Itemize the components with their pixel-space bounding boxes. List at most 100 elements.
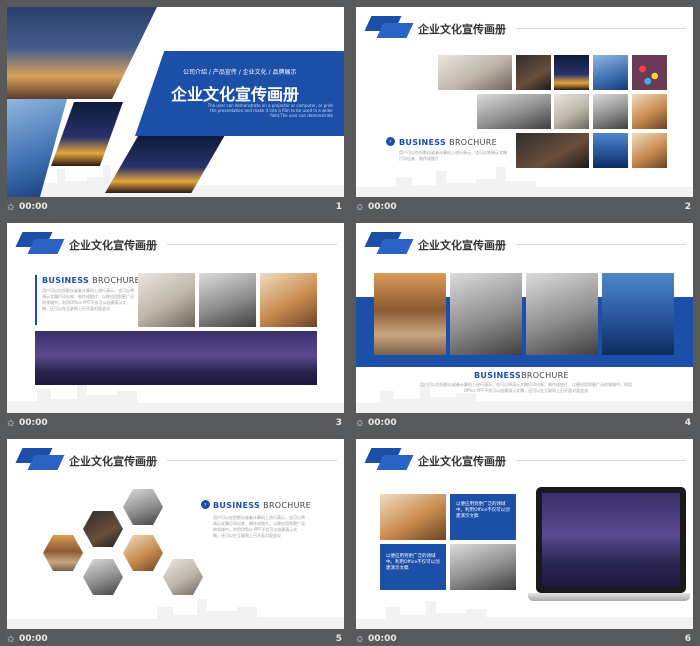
title-divider bbox=[516, 28, 686, 29]
brochure-word-1: BUSINESS bbox=[474, 371, 522, 380]
slide-duration: 00:00 bbox=[19, 418, 48, 428]
animation-star-icon: ✩ bbox=[356, 419, 364, 429]
slide-number: 5 bbox=[335, 634, 342, 644]
photo-tablet bbox=[554, 94, 589, 129]
slide-thumbnail-4[interactable]: 企业文化宣传画册 BUSINESSBROCHURE 用户可以在投影仪或者计算机上… bbox=[356, 223, 693, 436]
slide-duration: 00:00 bbox=[19, 634, 48, 644]
slide-number: 3 bbox=[335, 418, 342, 428]
photo-office bbox=[593, 94, 628, 129]
brochure-word-2: BROCHURE bbox=[521, 371, 569, 380]
slide-duration: 00:00 bbox=[368, 202, 397, 212]
photo-pier bbox=[632, 133, 667, 168]
photo-skyscraper bbox=[450, 544, 516, 590]
laptop-base bbox=[528, 593, 690, 601]
body-text: 用户可以在投影仪或者计算机上进行演示，也可以将演示文稿打印出来，制作成胶片，以便… bbox=[42, 288, 134, 311]
title-divider bbox=[167, 460, 337, 461]
photo-laptop-desk bbox=[260, 273, 317, 327]
hex-photo-bridge bbox=[43, 535, 83, 571]
brochure-word-1: BUSINESS bbox=[399, 138, 447, 147]
brochure-heading: BUSINESS BROCHURE bbox=[399, 138, 497, 147]
slide-canvas: 企业文化宣传画册 BUSINESS BROCHURE 用户可以在投影仪或者计算机… bbox=[7, 223, 344, 413]
slide-thumbnail-3[interactable]: 企业文化宣传画册 BUSINESS BROCHURE 用户可以在投影仪或者计算机… bbox=[7, 223, 344, 436]
laptop-screen-photo bbox=[542, 493, 680, 587]
chevron-right-icon: › bbox=[386, 137, 395, 146]
animation-star-icon: ✩ bbox=[7, 635, 15, 645]
photo-smartphone bbox=[516, 133, 589, 168]
brand-logo-icon bbox=[364, 232, 414, 254]
slide-thumbnail-6[interactable]: 企业文化宣传画册 以便应用到更广泛的领域中。利用Office不仅可以创建演示文稿… bbox=[356, 439, 693, 646]
brochure-heading: BUSINESSBROCHURE bbox=[474, 371, 569, 380]
cover-subtitle: The user can demonstrate on a projector … bbox=[207, 103, 333, 118]
slide-caption: ✩ 00:00 2 bbox=[356, 199, 693, 218]
slide-caption: ✩ 00:00 1 bbox=[7, 199, 344, 218]
slide-canvas: 企业文化宣传画册 以便应用到更广泛的领域中。利用Office不仅可以创建演示文稿… bbox=[356, 439, 693, 629]
title-divider bbox=[167, 244, 337, 245]
brand-logo-icon bbox=[364, 16, 414, 38]
photo-colorful bbox=[632, 55, 667, 90]
photo-empire-state bbox=[450, 273, 522, 355]
slide-thumbnail-1[interactable]: 公司介绍 / 产品宣传 / 企业文化 / 品牌展示 企业文化宣传画册 The u… bbox=[7, 7, 344, 220]
slide-thumbnail-2[interactable]: 企业文化宣传画册 › BUSINESS BROCHURE 用户可以在投影仪或者计… bbox=[356, 7, 693, 220]
slide-caption: ✩ 00:00 6 bbox=[356, 631, 693, 646]
slide-canvas: 企业文化宣传画册 › BUSINESS BROCHURE 用户可以在投影仪或者计… bbox=[356, 7, 693, 197]
slide-caption: ✩ 00:00 3 bbox=[7, 415, 344, 434]
animation-star-icon: ✩ bbox=[7, 419, 15, 429]
photo-devices bbox=[477, 94, 551, 129]
slide-title: 企业文化宣传画册 bbox=[69, 239, 157, 252]
slide-number: 1 bbox=[335, 202, 342, 212]
photo-laptop bbox=[438, 55, 512, 90]
brochure-word-2: BROCHURE bbox=[449, 138, 497, 147]
slide-canvas: 企业文化宣传画册 BUSINESSBROCHURE 用户可以在投影仪或者计算机上… bbox=[356, 223, 693, 413]
photo-bridge bbox=[374, 273, 446, 355]
brochure-heading: BUSINESS BROCHURE bbox=[213, 501, 311, 510]
animation-star-icon: ✩ bbox=[356, 635, 364, 645]
photo-coffee bbox=[632, 94, 667, 129]
slide-duration: 00:00 bbox=[19, 202, 48, 212]
brochure-word-2: BROCHURE bbox=[263, 501, 311, 510]
brand-logo-icon bbox=[15, 448, 65, 470]
photo-keyboard bbox=[199, 273, 256, 327]
hex-photo-person bbox=[123, 535, 163, 571]
photo-ferris-wheel bbox=[554, 55, 589, 90]
slide-number: 4 bbox=[684, 418, 691, 428]
hex-photo-tablet bbox=[83, 511, 123, 547]
photo-city-panorama bbox=[35, 331, 317, 385]
photo-eiffel-tower bbox=[526, 273, 598, 355]
cover-title: 企业文化宣传画册 bbox=[171, 85, 300, 104]
animation-star-icon: ✩ bbox=[7, 203, 15, 213]
text-box-2: 以便应用到更广泛的领域中。利用Office不仅可以创建演示文稿 bbox=[380, 544, 446, 590]
photo-tower bbox=[516, 55, 551, 90]
chevron-right-icon: › bbox=[201, 500, 210, 509]
animation-star-icon: ✩ bbox=[356, 203, 364, 213]
slide-caption: ✩ 00:00 4 bbox=[356, 415, 693, 434]
text-box-2-content: 以便应用到更广泛的领域中。利用Office不仅可以创建演示文稿 bbox=[386, 554, 440, 571]
slide-canvas: 企业文化宣传画册 › BUSINESS BROCHURE 用户可以在投影仪或者计… bbox=[7, 439, 344, 629]
title-divider bbox=[516, 244, 686, 245]
accent-bar bbox=[35, 275, 37, 325]
slide-title: 企业文化宣传画册 bbox=[418, 23, 506, 36]
brochure-word-1: BUSINESS bbox=[213, 501, 261, 510]
slide-duration: 00:00 bbox=[368, 418, 397, 428]
photo-waterfront bbox=[602, 273, 674, 355]
slide-canvas: 公司介绍 / 产品宣传 / 企业文化 / 品牌展示 企业文化宣传画册 The u… bbox=[7, 7, 344, 197]
slide-number: 6 bbox=[684, 634, 691, 644]
text-box-1-content: 以便应用到更广泛的领域中。利用Office不仅可以创建演示文稿 bbox=[456, 502, 510, 519]
text-box-1: 以便应用到更广泛的领域中。利用Office不仅可以创建演示文稿 bbox=[450, 494, 516, 540]
hero-photo-skyscrapers bbox=[7, 7, 157, 99]
title-divider bbox=[516, 460, 686, 461]
slide-duration: 00:00 bbox=[368, 634, 397, 644]
slide-thumbnail-5[interactable]: 企业文化宣传画册 › BUSINESS BROCHURE 用户可以在投影仪或者计… bbox=[7, 439, 344, 646]
skyline-watermark bbox=[7, 599, 344, 629]
brochure-word-1: BUSINESS bbox=[42, 276, 90, 285]
photo-buildings-up bbox=[380, 494, 446, 540]
laptop-mockup bbox=[528, 487, 690, 607]
slide-title: 企业文化宣传画册 bbox=[69, 455, 157, 468]
brochure-heading: BUSINESS BROCHURE bbox=[42, 276, 140, 285]
slide-number: 2 bbox=[684, 202, 691, 212]
brochure-word-2: BROCHURE bbox=[92, 276, 140, 285]
nav-categories: 公司介绍 / 产品宣传 / 企业文化 / 品牌展示 bbox=[183, 69, 297, 76]
slide-title: 企业文化宣传画册 bbox=[418, 239, 506, 252]
body-text: 用户可以在投影仪或者计算机上进行演示，也可以将演示文稿打印出来，制作成胶片，以便… bbox=[420, 382, 632, 393]
body-text: 用户可以在投影仪或者计算机上进行演示，也可以将演示文稿打印出来，制作成胶片，以便… bbox=[213, 515, 305, 538]
photo-building bbox=[593, 55, 628, 90]
